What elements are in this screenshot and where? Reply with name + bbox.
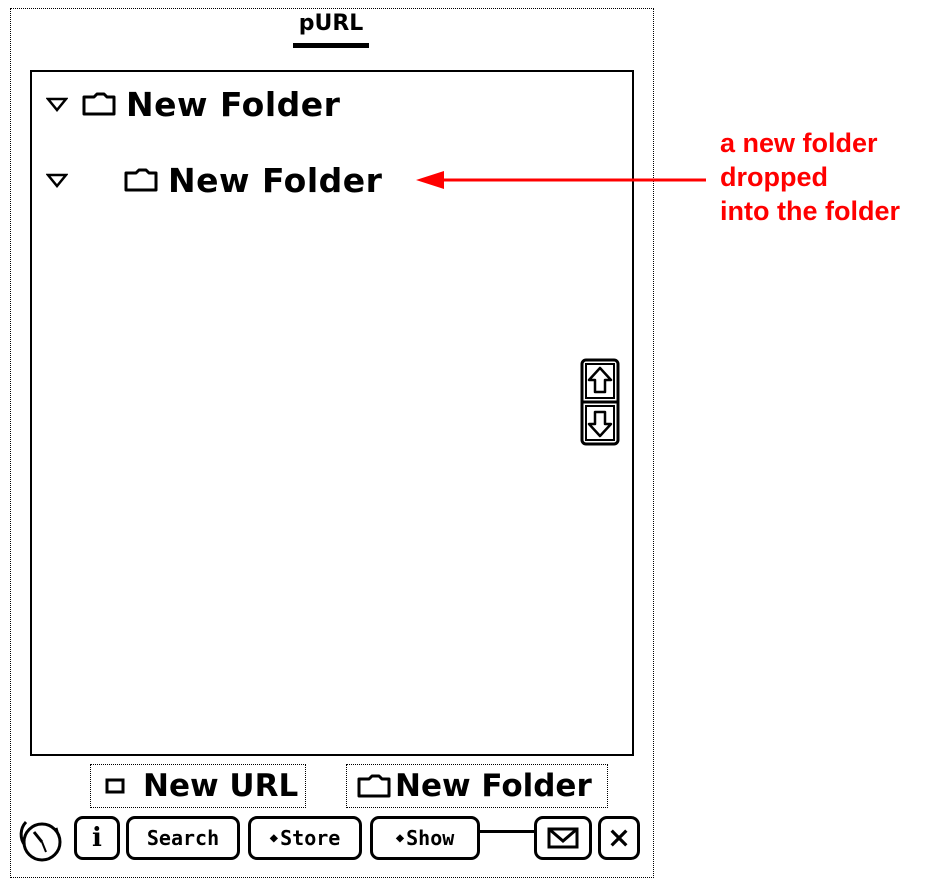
new-folder-label: New Folder (395, 768, 592, 804)
expand-triangle-icon[interactable] (46, 96, 68, 112)
store-label: Store (280, 826, 341, 850)
close-button[interactable] (598, 816, 640, 860)
show-button[interactable]: ◆ Show (370, 816, 480, 860)
info-button[interactable]: i (74, 816, 120, 860)
search-button[interactable]: Search (126, 816, 240, 860)
new-url-label: New URL (143, 768, 299, 804)
title-underline (293, 43, 369, 48)
annotation-note: a new folder dropped into the folder (720, 126, 900, 228)
tree-item-folder-root[interactable]: New Folder (46, 82, 340, 126)
new-folder-button[interactable]: New Folder (346, 764, 608, 808)
info-icon: i (92, 823, 102, 853)
store-button[interactable]: ◆ Store (248, 816, 362, 860)
annotation-arrow (416, 171, 706, 189)
annotation-line: into the folder (720, 196, 900, 226)
tree-item-folder-child[interactable]: New Folder (46, 158, 382, 202)
folder-icon (124, 168, 158, 192)
diamond-icon: ◆ (269, 830, 279, 846)
tree-item-label: New Folder (126, 84, 341, 124)
annotation-line: dropped (720, 162, 828, 192)
app-title: pURL (298, 11, 364, 36)
tree-item-label: New Folder (168, 160, 383, 200)
mail-button[interactable] (534, 816, 592, 860)
toolbar-divider (480, 830, 536, 833)
new-url-button[interactable]: New URL (90, 764, 306, 808)
scroll-arrows[interactable] (580, 358, 620, 446)
folder-icon (357, 774, 391, 798)
folder-icon (82, 92, 116, 116)
url-item-icon (105, 778, 125, 794)
diamond-icon: ◆ (395, 830, 405, 846)
show-label: Show (406, 826, 455, 850)
clock-icon[interactable] (16, 818, 66, 862)
annotation-line: a new folder (720, 128, 878, 158)
search-label: Search (146, 826, 220, 850)
close-icon (610, 829, 628, 847)
envelope-icon (547, 827, 579, 849)
expand-triangle-icon[interactable] (46, 172, 68, 188)
